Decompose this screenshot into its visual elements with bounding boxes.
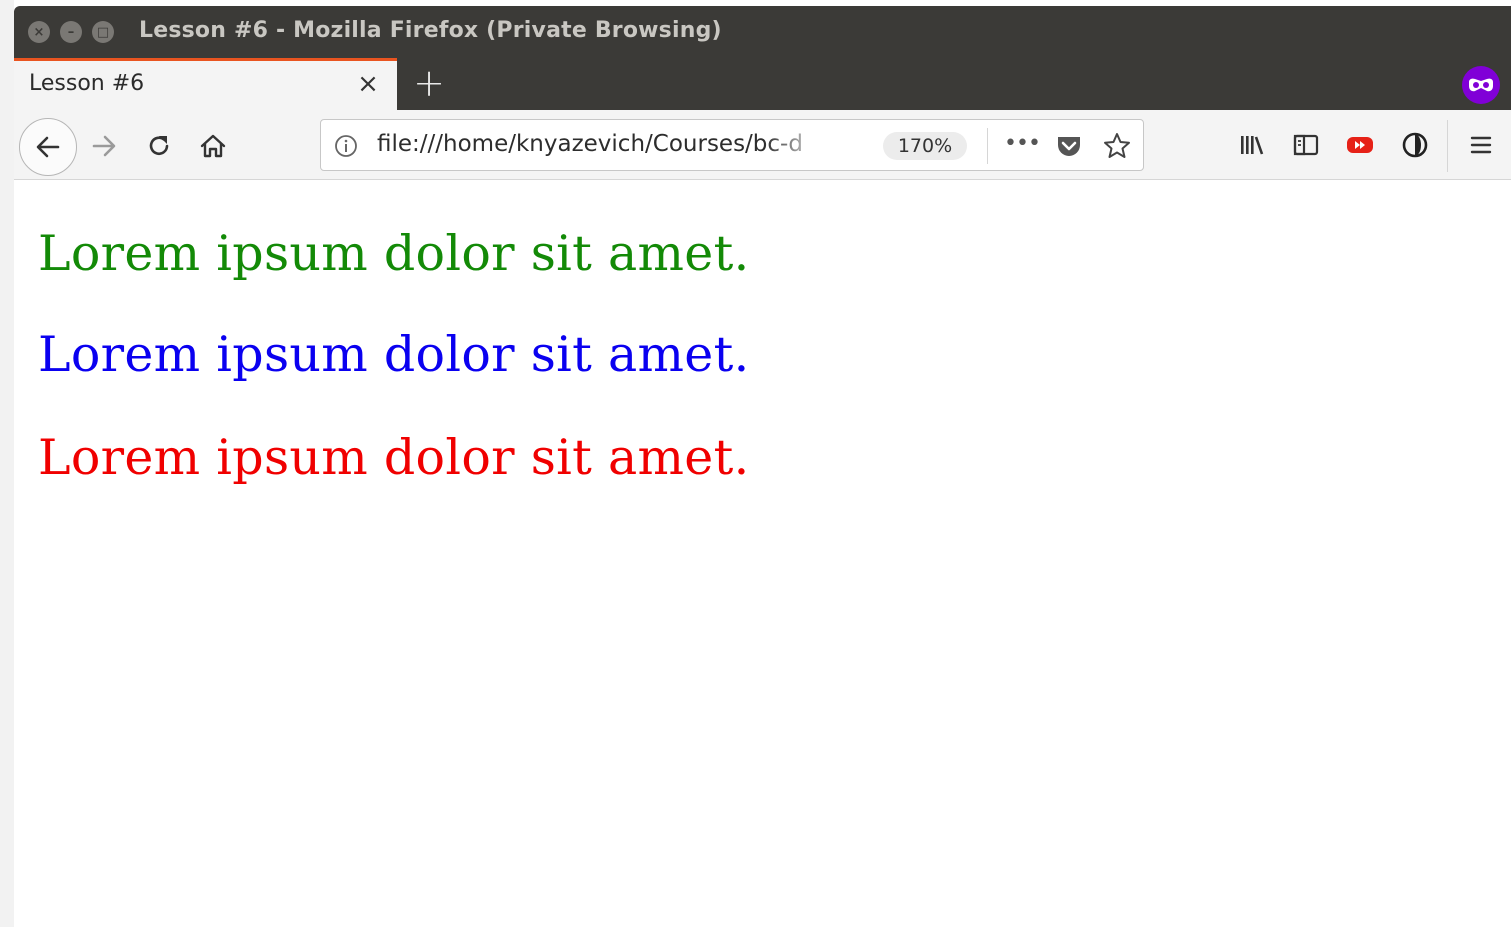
back-button[interactable] <box>19 118 77 176</box>
url-bar-divider <box>987 128 988 164</box>
tab-strip: Lesson #6 × + <box>14 58 1511 110</box>
extension-icon[interactable] <box>1397 127 1433 163</box>
reload-icon <box>149 136 169 155</box>
library-icon[interactable] <box>1234 127 1270 163</box>
page-actions-menu-icon[interactable]: ••• <box>1003 130 1041 162</box>
browser-window: × – □ Lesson #6 - Mozilla Firefox (Priva… <box>14 6 1511 927</box>
info-icon[interactable] <box>333 133 359 159</box>
back-arrow-icon <box>36 136 60 158</box>
pocket-icon[interactable] <box>1054 131 1084 161</box>
title-bar: × – □ Lesson #6 - Mozilla Firefox (Priva… <box>14 6 1511 58</box>
tab-title: Lesson #6 <box>29 71 145 96</box>
hamburger-menu-icon[interactable] <box>1463 127 1499 163</box>
url-bar[interactable]: file:///home/knyazevich/Courses/bc-d 170… <box>320 119 1144 171</box>
forward-arrow-icon <box>92 135 116 157</box>
paragraph-red: Lorem ipsum dolor sit amet. <box>38 429 750 486</box>
new-tab-button[interactable]: + <box>409 64 449 104</box>
youtube-extension-icon[interactable] <box>1342 127 1378 163</box>
reload-button[interactable] <box>141 128 177 164</box>
tab-close-icon[interactable]: × <box>354 71 382 99</box>
zoom-level-button[interactable]: 170% <box>883 132 967 160</box>
star-icon[interactable] <box>1102 131 1132 161</box>
tab-lesson-6[interactable]: Lesson #6 × <box>14 58 397 110</box>
sidebar-toggle-icon[interactable] <box>1288 127 1324 163</box>
url-input[interactable]: file:///home/knyazevich/Courses/bc-d <box>377 131 827 161</box>
page-content: Lorem ipsum dolor sit amet. Lorem ipsum … <box>14 181 1511 927</box>
desktop-edge <box>0 0 14 927</box>
paragraph-green: Lorem ipsum dolor sit amet. <box>38 225 750 282</box>
home-icon <box>200 134 226 158</box>
navigation-toolbar: file:///home/knyazevich/Courses/bc-d 170… <box>14 110 1511 180</box>
toolbar-divider <box>1447 120 1448 172</box>
private-browsing-mask-icon <box>1462 66 1500 104</box>
paragraph-blue: Lorem ipsum dolor sit amet. <box>38 326 750 383</box>
home-button[interactable] <box>195 128 231 164</box>
window-maximize-button[interactable]: □ <box>92 21 114 43</box>
window-title: Lesson #6 - Mozilla Firefox (Private Bro… <box>139 18 722 43</box>
window-minimize-button[interactable]: – <box>60 21 82 43</box>
forward-button[interactable] <box>86 128 122 164</box>
window-close-button[interactable]: × <box>28 21 50 43</box>
